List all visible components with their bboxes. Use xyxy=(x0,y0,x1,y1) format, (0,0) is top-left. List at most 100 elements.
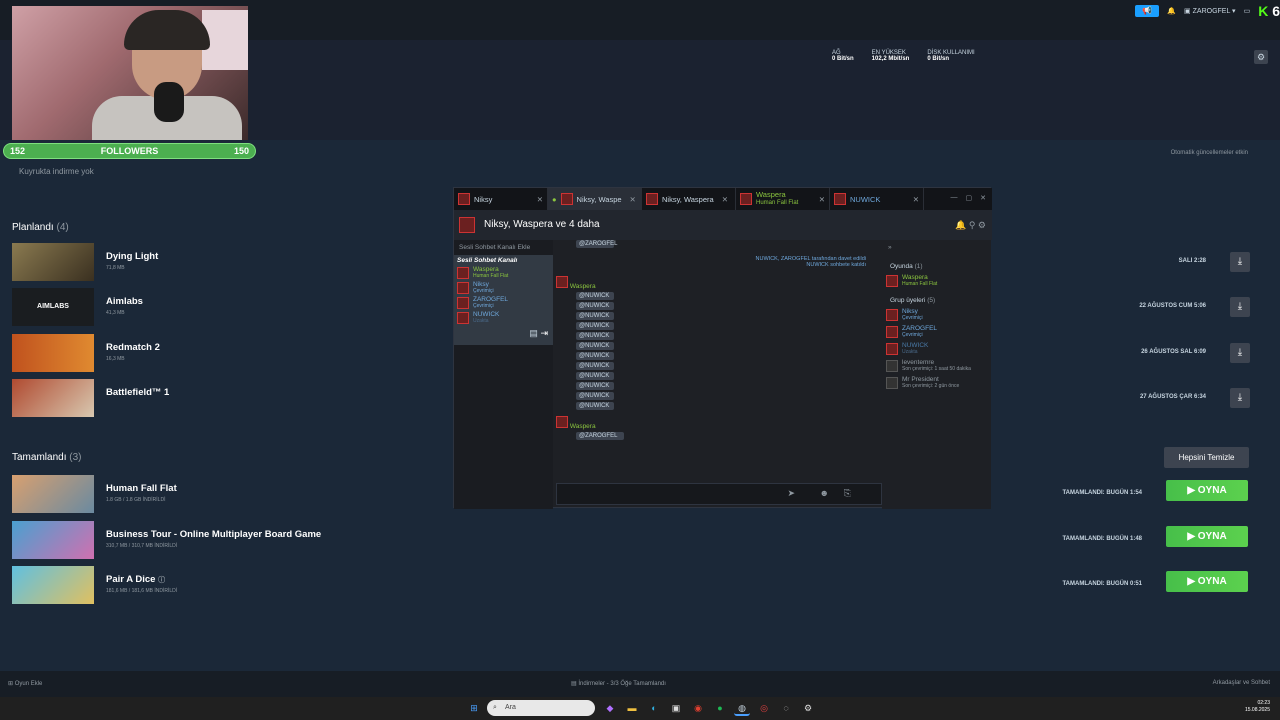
download-button[interactable]: ⤓ xyxy=(1230,388,1250,408)
mention-tag[interactable]: @NUWICK xyxy=(576,372,614,380)
info-icon[interactable]: ⓘ xyxy=(158,577,165,584)
followers-goal-bar: 152 FOLLOWERS 150 xyxy=(3,143,256,159)
mention-tag[interactable]: @NUWICK xyxy=(576,332,614,340)
user-menu[interactable]: ▣ ZAROGFEL ▾ xyxy=(1184,7,1236,15)
game-name[interactable]: Redmatch 2 xyxy=(106,342,160,353)
announce-button[interactable]: 📢 xyxy=(1135,5,1160,17)
member-item[interactable]: ZAROGFEL Çevrimiçi xyxy=(882,323,991,340)
close-icon[interactable]: ✕ xyxy=(722,195,728,204)
store-icon[interactable]: ▣ xyxy=(668,700,684,716)
tab-waspera[interactable]: Waspera Human Fall Flat ✕ xyxy=(736,188,830,210)
app-icon[interactable]: ◌ xyxy=(778,700,794,716)
add-game-button[interactable]: ⊞ Oyun Ekle xyxy=(8,680,42,687)
friends-chat-button[interactable]: Arkadaşlar ve Sohbet xyxy=(1213,680,1270,686)
pinned-apps: ◆ ▬ ◐ ▣ ◉ ● ◍ ◎ ◌ ⚙ xyxy=(602,700,816,716)
taskbar-search[interactable]: ⌕ Ara xyxy=(487,700,595,716)
member-item[interactable]: leventemre Son çevrimiçi: 1 saat 50 dakik… xyxy=(882,357,991,374)
notification-bell-icon[interactable]: 🔔 xyxy=(1167,7,1176,15)
app-icon[interactable]: ◎ xyxy=(756,700,772,716)
download-button[interactable]: ⤓ xyxy=(1230,297,1250,317)
game-thumbnail[interactable]: AIMLABS xyxy=(12,288,94,326)
mention-tag[interactable]: @NUWICK xyxy=(576,402,614,410)
mention-tag[interactable]: @ZAROGFEL xyxy=(576,240,617,248)
close-icon[interactable]: ✕ xyxy=(537,195,543,204)
mention-tag[interactable]: @NUWICK xyxy=(576,292,614,300)
mention-tag[interactable]: @ZAROGFEL xyxy=(576,432,624,440)
mention-tag[interactable]: @NUWICK xyxy=(576,392,614,400)
tab-niksy[interactable]: Niksy ✕ xyxy=(454,188,548,210)
message-input[interactable]: ➤ ☻ ⎘ xyxy=(556,483,882,505)
close-icon[interactable]: ✕ xyxy=(913,195,919,204)
close-icon[interactable]: ✕ xyxy=(980,194,986,204)
mention-tag[interactable]: @NUWICK xyxy=(576,322,614,330)
planned-section-title: Planlandı (4) xyxy=(12,222,69,233)
leave-voice-icon[interactable]: ⇥ xyxy=(540,328,548,338)
member-item[interactable]: Mr President Son çevrimiçi: 2 gün önce xyxy=(882,374,991,391)
game-thumbnail[interactable] xyxy=(12,379,94,417)
mention-tag[interactable]: @NUWICK xyxy=(576,302,614,310)
download-button[interactable]: ⤓ xyxy=(1230,252,1250,272)
emoji-icon[interactable]: ☻ xyxy=(820,488,829,498)
tab-nuwick[interactable]: NUWICK ✕ xyxy=(830,188,924,210)
game-thumbnail[interactable] xyxy=(12,475,94,513)
edge-icon[interactable]: ◐ xyxy=(646,700,662,716)
windows-start-icon[interactable]: ⊞ xyxy=(466,700,482,716)
game-name[interactable]: Pair A Dice ⓘ xyxy=(106,574,165,585)
play-button[interactable]: ▶ OYNA xyxy=(1166,526,1248,547)
play-button[interactable]: ▶ OYNA xyxy=(1166,571,1248,592)
avatar xyxy=(886,342,898,355)
add-friend-icon[interactable]: ⚲ xyxy=(969,220,976,230)
tab-niksy-waspera[interactable]: Niksy, Waspera ✕ xyxy=(642,188,736,210)
download-button[interactable]: ⤓ xyxy=(1230,343,1250,363)
taskbar-clock[interactable]: 02:23 15.08.2025 xyxy=(1245,700,1270,714)
mention-tag[interactable]: @NUWICK xyxy=(576,362,614,370)
add-voice-channel[interactable]: Sesli Sohbet Kanalı Ekle xyxy=(454,240,553,255)
mention-tag[interactable]: @NUWICK xyxy=(576,382,614,390)
downloads-icon: ▤ xyxy=(571,681,577,687)
settings-icon[interactable]: ⚙ xyxy=(800,700,816,716)
gear-icon[interactable]: ⚙ xyxy=(978,220,986,230)
close-icon[interactable]: ✕ xyxy=(819,195,825,204)
auto-updates-label[interactable]: Otomatik güncellemeler etkin xyxy=(1171,150,1248,156)
mention-tag[interactable]: @NUWICK xyxy=(576,352,614,360)
calendar-icon[interactable]: ▤ xyxy=(529,328,538,338)
collapse-chevron-icon[interactable]: » xyxy=(882,240,991,255)
member-name: ZAROGFEL xyxy=(902,325,938,332)
chrome-icon[interactable]: ◉ xyxy=(690,700,706,716)
game-name[interactable]: Human Fall Flat xyxy=(106,483,177,494)
game-name[interactable]: Business Tour - Online Multiplayer Board… xyxy=(106,529,321,540)
send-icon[interactable]: ➤ xyxy=(787,488,795,499)
window-controls: — ▢ ✕ xyxy=(945,188,993,210)
kick-badge-number: 6 xyxy=(1272,3,1280,19)
settings-gear-icon[interactable]: ⚙ xyxy=(1254,50,1268,64)
spotify-icon[interactable]: ● xyxy=(712,700,728,716)
bell-icon[interactable]: 🔔 xyxy=(955,220,966,230)
file-explorer-icon[interactable]: ▬ xyxy=(624,700,640,716)
maximize-icon[interactable]: ▢ xyxy=(966,194,973,204)
mention-tag[interactable]: @NUWICK xyxy=(576,312,614,320)
game-name[interactable]: Battlefield™ 1 xyxy=(106,387,169,398)
big-picture-icon[interactable]: ▭ xyxy=(1244,7,1251,15)
attach-icon[interactable]: ⎘ xyxy=(844,488,851,499)
tab-niksy-waspe[interactable]: ● Niksy, Waspe ✕ xyxy=(548,188,642,210)
member-item[interactable]: NUWICK Uzakta xyxy=(882,340,991,357)
game-thumbnail[interactable] xyxy=(12,521,94,559)
member-item[interactable]: Niksy Çevrimiçi xyxy=(882,306,991,323)
game-thumbnail[interactable] xyxy=(12,566,94,604)
downloads-status[interactable]: ▤ İndirmeler - 3/3 Öğe Tamamlandı xyxy=(571,680,666,687)
game-name[interactable]: Aimlabs xyxy=(106,296,143,307)
copilot-icon[interactable]: ◆ xyxy=(602,700,618,716)
clear-all-button[interactable]: Hepsini Temizle xyxy=(1164,447,1249,468)
voice-channel-title[interactable]: Sesli Sohbet Kanalı xyxy=(457,257,550,264)
game-thumbnail[interactable] xyxy=(12,334,94,372)
game-thumbnail[interactable] xyxy=(12,243,94,281)
minimize-icon[interactable]: — xyxy=(951,194,958,204)
mention-tag[interactable]: @NUWICK xyxy=(576,342,614,350)
completed-count: (3) xyxy=(69,452,82,463)
member-item[interactable]: Waspera Human Fall Flat xyxy=(882,272,991,289)
steam-icon[interactable]: ◍ xyxy=(734,700,750,716)
play-button[interactable]: ▶ OYNA xyxy=(1166,480,1248,501)
voice-user-text: NUWICK Uzakta xyxy=(473,311,499,324)
close-icon[interactable]: ✕ xyxy=(630,195,636,204)
game-name[interactable]: Dying Light xyxy=(106,251,158,262)
